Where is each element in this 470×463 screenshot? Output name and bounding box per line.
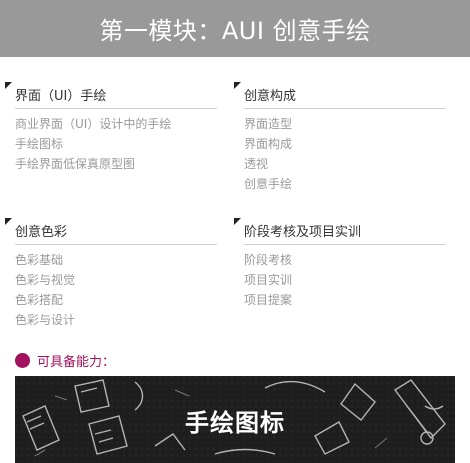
module-list-item[interactable]: 色彩基础 [15,250,217,270]
module-card-ui-sketch: 界面（UI）手绘 商业界面（UI）设计中的手绘 手绘图标 手绘界面低保真原型图 [5,82,217,174]
corner-marker-icon [5,82,12,89]
bullet-dot-icon [15,353,30,368]
module-list-item[interactable]: 手绘图标 [15,134,217,154]
ability-heading: 可具备能力： [15,351,115,370]
banner-title: 手绘图标 [185,409,285,437]
module-list-item[interactable]: 透视 [244,154,446,174]
module-list-item[interactable]: 手绘界面低保真原型图 [15,154,217,174]
corner-marker-icon [5,218,12,225]
module-card-title: 创意色彩 [15,224,217,245]
module-list-item[interactable]: 界面构成 [244,134,446,154]
module-list-item[interactable]: 创意手绘 [244,174,446,194]
module-list-item[interactable]: 项目实训 [244,270,446,290]
module-card-color: 创意色彩 色彩基础 色彩与视觉 色彩搭配 色彩与设计 [5,218,217,330]
module-title: 第一模块：AUI 创意手绘 [99,17,371,45]
module-list-item[interactable]: 色彩与视觉 [15,270,217,290]
sketch-icons-banner: 手绘图标 [15,376,455,463]
corner-marker-icon [234,218,241,225]
module-card-title: 创意构成 [244,88,446,109]
module-list-item[interactable]: 阶段考核 [244,250,446,270]
module-list-item[interactable]: 界面造型 [244,114,446,134]
module-list-item[interactable]: 色彩搭配 [15,290,217,310]
module-card-title: 界面（UI）手绘 [15,88,217,109]
module-card-assessment: 阶段考核及项目实训 阶段考核 项目实训 项目提案 [234,218,446,310]
module-card-title: 阶段考核及项目实训 [244,224,446,245]
module-header: 第一模块：AUI 创意手绘 [0,0,470,57]
module-list-item[interactable]: 色彩与设计 [15,310,217,330]
module-list-item[interactable]: 商业界面（UI）设计中的手绘 [15,114,217,134]
ability-label: 可具备能力： [37,355,116,370]
module-card-composition: 创意构成 界面造型 界面构成 透视 创意手绘 [234,82,446,194]
module-list-item[interactable]: 项目提案 [244,290,446,310]
corner-marker-icon [234,82,241,89]
